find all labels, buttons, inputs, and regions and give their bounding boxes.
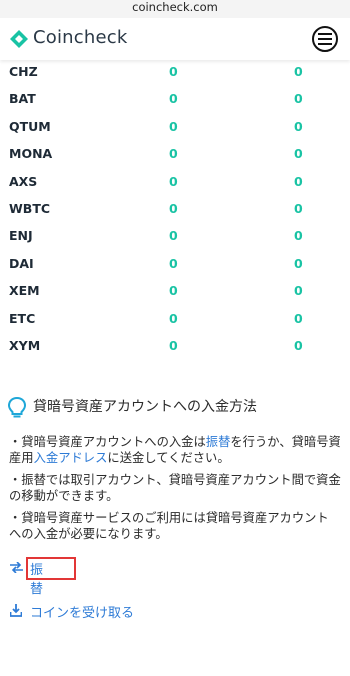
currency-symbol: ENJ (9, 228, 33, 244)
balance-value: 0 (169, 283, 178, 299)
balance-row: DAI 0 0 (0, 252, 350, 279)
available-value: 0 (294, 283, 303, 299)
balance-value: 0 (169, 146, 178, 162)
available-value: 0 (294, 118, 303, 134)
balance-value: 0 (169, 255, 178, 271)
download-icon (10, 604, 22, 617)
balance-value: 0 (169, 310, 178, 326)
currency-symbol: MONA (9, 146, 53, 162)
balance-table: CHZ 0 0 BAT 0 0 QTUM 0 0 MONA 0 0 AXS 0 0 WBTC 0 0 ENJ 0 0 DA… (0, 60, 350, 361)
balance-value: 0 (169, 228, 178, 244)
balance-row: XYM 0 0 (0, 334, 350, 361)
balance-row: ETC 0 0 (0, 307, 350, 334)
balance-row: QTUM 0 0 (0, 115, 350, 142)
balance-row: AXS 0 0 (0, 170, 350, 197)
available-value: 0 (294, 228, 303, 244)
available-value: 0 (294, 64, 303, 79)
site-header: Coincheck (0, 18, 350, 60)
available-value: 0 (294, 310, 303, 326)
receive-coin-link[interactable]: コインを受け取る (30, 602, 134, 621)
available-value: 0 (294, 255, 303, 271)
currency-symbol: XEM (9, 283, 40, 299)
note1-text-a: ・貸暗号資産アカウントへの入金は (9, 435, 206, 449)
note-1: ・貸暗号資産アカウントへの入金は振替を行うか、貸暗号資産用入金アドレスに送金して… (9, 435, 341, 466)
balance-row: ENJ 0 0 (0, 224, 350, 251)
balance-value: 0 (169, 64, 178, 79)
transfer-button[interactable]: 振替 (30, 559, 43, 597)
note-2: ・振替では取引アカウント、貸暗号資産アカウント間で資金の移動ができます。 (9, 473, 341, 503)
balance-value: 0 (169, 337, 178, 353)
lightbulb-icon (7, 396, 27, 418)
hamburger-menu-button[interactable] (312, 26, 338, 52)
transfer-inline-link[interactable]: 振替 (206, 435, 231, 449)
brand-name[interactable]: Coincheck (33, 26, 128, 50)
balance-value: 0 (169, 200, 178, 216)
balance-value: 0 (169, 91, 178, 107)
url-text: coincheck.com (132, 0, 218, 14)
note-3: ・貸暗号資産サービスのご利用には貸暗号資産アカウントへの入金が必要になります。 (9, 511, 329, 541)
note1-text-c: に送金してください。 (107, 450, 230, 465)
available-value: 0 (294, 146, 303, 162)
coincheck-logo-icon[interactable] (9, 29, 29, 49)
available-value: 0 (294, 200, 303, 216)
currency-symbol: CHZ (9, 64, 38, 79)
balance-row: XEM 0 0 (0, 279, 350, 306)
menu-icon (318, 33, 332, 45)
currency-symbol: DAI (9, 255, 34, 271)
currency-symbol: AXS (9, 173, 38, 189)
available-value: 0 (294, 173, 303, 189)
currency-symbol: QTUM (9, 118, 51, 134)
available-value: 0 (294, 91, 303, 107)
transfer-arrows-icon (10, 562, 23, 573)
info-title: 貸暗号資産アカウントへの入金方法 (33, 399, 257, 415)
currency-symbol: ETC (9, 310, 36, 326)
available-value: 0 (294, 337, 303, 353)
currency-symbol: BAT (9, 91, 36, 107)
browser-url-bar[interactable]: coincheck.com (0, 0, 350, 18)
deposit-notes: ・貸暗号資産アカウントへの入金は振替を行うか、貸暗号資産用入金アドレスに送金して… (9, 435, 341, 549)
balance-value: 0 (169, 118, 178, 134)
balance-value: 0 (169, 173, 178, 189)
currency-symbol: XYM (9, 337, 41, 353)
balance-row: MONA 0 0 (0, 142, 350, 169)
balance-row: BAT 0 0 (0, 87, 350, 114)
currency-symbol: WBTC (9, 200, 51, 216)
balance-row: WBTC 0 0 (0, 197, 350, 224)
balance-row: CHZ 0 0 (0, 60, 350, 87)
deposit-address-link[interactable]: 入金アドレス (34, 451, 108, 465)
